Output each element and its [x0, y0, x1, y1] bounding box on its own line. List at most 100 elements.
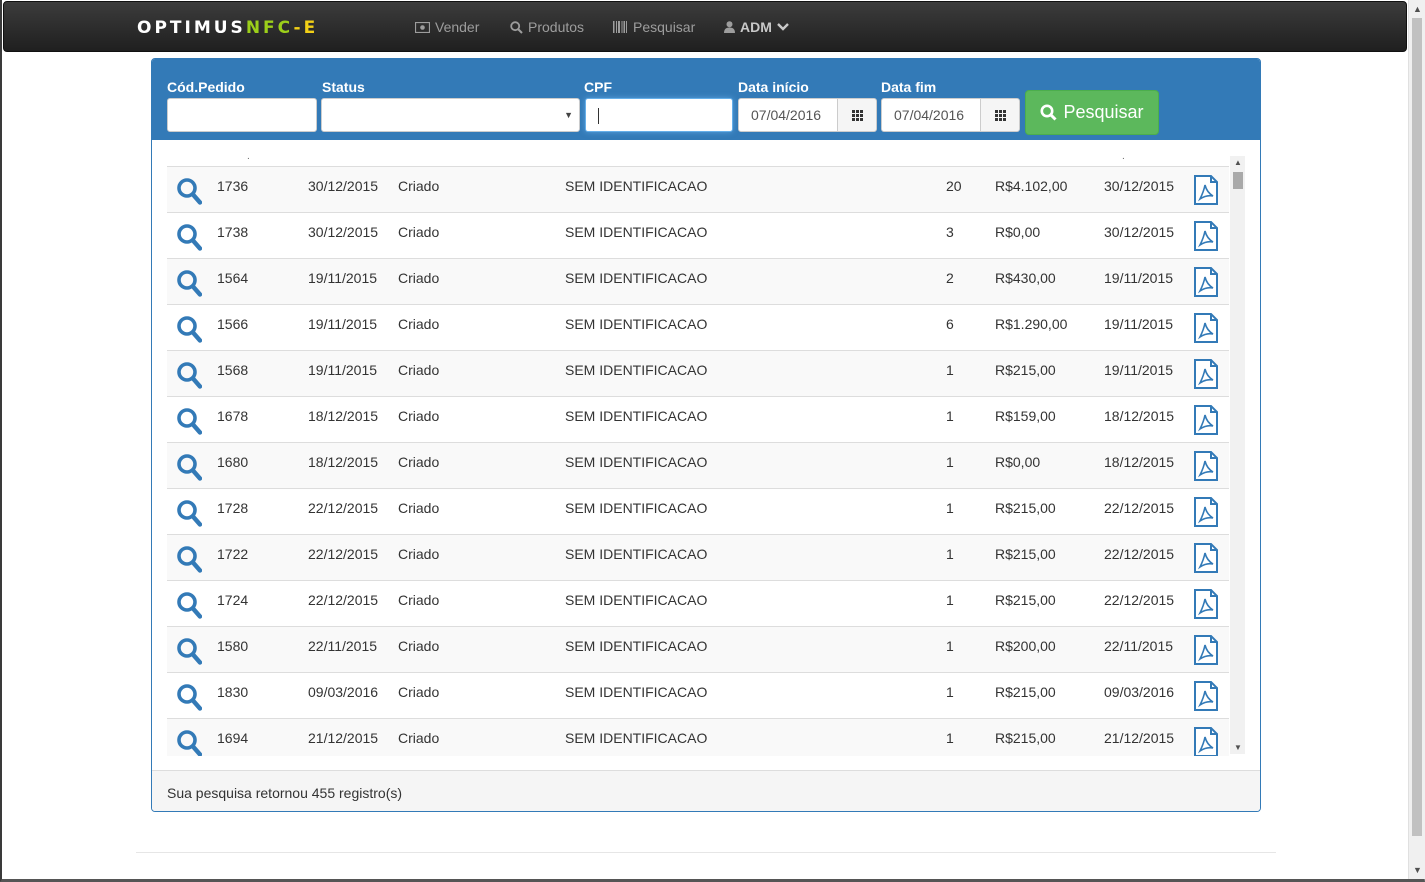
pdf-icon[interactable] [1193, 543, 1219, 573]
cell-date: 21/12/2015 [308, 730, 379, 746]
status-select[interactable]: ▼ [321, 98, 580, 132]
data-fim-calendar-button[interactable] [980, 98, 1020, 132]
cell-id: 1694 [217, 730, 249, 746]
data-fim-label: Data fim [881, 79, 937, 95]
cpf-label: CPF [584, 79, 612, 95]
magnifier-icon[interactable] [176, 453, 203, 481]
cell-total: R$215,00 [995, 362, 1056, 378]
magnifier-icon[interactable] [176, 269, 203, 297]
pdf-icon[interactable] [1193, 221, 1219, 251]
cell-id: 1738 [217, 224, 249, 240]
cell-date2: 19/11/2015 [1104, 316, 1174, 332]
cell-total: R$0,00 [995, 454, 1041, 470]
magnifier-icon[interactable] [176, 223, 203, 251]
cod-pedido-input[interactable] [167, 98, 317, 132]
cell-qty: 1 [946, 500, 954, 516]
table-scroll-down-arrow-icon[interactable]: ▼ [1234, 743, 1242, 752]
pdf-icon[interactable] [1193, 451, 1219, 481]
nav-produtos-label: Produtos [528, 19, 585, 35]
cell-total: R$215,00 [995, 546, 1056, 562]
data-fim-input[interactable]: 07/04/2016 [881, 98, 981, 132]
table-scroll-thumb[interactable] [1233, 172, 1243, 189]
magnifier-icon[interactable] [176, 407, 203, 435]
pdf-icon[interactable] [1193, 589, 1219, 619]
page-scrollbar[interactable]: ▲ ▼ [1408, 0, 1425, 879]
pdf-icon[interactable] [1193, 497, 1219, 527]
pdf-icon[interactable] [1193, 175, 1219, 205]
magnifier-icon[interactable] [176, 361, 203, 389]
scroll-up-arrow-icon[interactable]: ▲ [1413, 4, 1422, 14]
cell-qty: 1 [946, 638, 954, 654]
table-row: 1564 19/11/2015 Criado SEM IDENTIFICACAO 2 R$… [167, 258, 1229, 304]
cell-qty: 6 [946, 316, 954, 332]
magnifier-icon[interactable] [176, 177, 203, 205]
cell-id: 1566 [217, 316, 249, 332]
cell-status: Criado [398, 408, 440, 424]
table-row: 1736 30/12/2015 Criado SEM IDENTIFICACAO 20 R… [167, 166, 1229, 212]
data-inicio-calendar-button[interactable] [837, 98, 877, 132]
cell-id: 1724 [217, 592, 249, 608]
table-row: 1566 19/11/2015 Criado SEM IDENTIFICACAO 6 R$… [167, 304, 1229, 350]
table-row: 1694 21/12/2015 Criado SEM IDENTIFICACAO 1 R$… [167, 718, 1229, 756]
magnifier-icon[interactable] [176, 545, 203, 573]
cell-client: SEM IDENTIFICACAO [565, 546, 708, 562]
pdf-icon[interactable] [1193, 727, 1219, 756]
cell-client: SEM IDENTIFICACAO [565, 408, 708, 424]
pdf-icon[interactable] [1193, 313, 1219, 343]
cell-total: R$159,00 [995, 408, 1056, 424]
magnifier-icon[interactable] [176, 591, 203, 619]
pesquisar-button[interactable]: Pesquisar [1025, 90, 1159, 135]
cell-total: R$215,00 [995, 684, 1056, 700]
table-scroll-up-arrow-icon[interactable]: ▲ [1234, 158, 1242, 167]
table-row: 1724 22/12/2015 Criado SEM IDENTIFICACAO 1 R$… [167, 580, 1229, 626]
cell-total: R$215,00 [995, 500, 1056, 516]
cell-date2: 19/11/2015 [1104, 270, 1174, 286]
table-header-mark: . [247, 156, 250, 162]
magnifier-icon[interactable] [176, 683, 203, 711]
data-inicio-input[interactable]: 07/04/2016 [738, 98, 838, 132]
brand-logo[interactable]: OPTIMUSNFC-E [137, 18, 318, 38]
pdf-icon[interactable] [1193, 681, 1219, 711]
cpf-input[interactable] [585, 98, 733, 132]
cell-id: 1564 [217, 270, 249, 286]
pesquisar-button-label: Pesquisar [1063, 102, 1144, 122]
cell-status: Criado [398, 316, 440, 332]
cell-date2: 22/12/2015 [1104, 500, 1175, 516]
top-navbar: OPTIMUSNFC-E Vender Produtos Pesquisar A… [3, 1, 1407, 52]
pdf-icon[interactable] [1193, 359, 1219, 389]
cell-client: SEM IDENTIFICACAO [565, 592, 708, 608]
magnifier-icon[interactable] [176, 729, 203, 756]
table-row: 1728 22/12/2015 Criado SEM IDENTIFICACAO 1 R$… [167, 488, 1229, 534]
pdf-icon[interactable] [1193, 405, 1219, 435]
cell-qty: 20 [946, 178, 962, 194]
cell-date: 30/12/2015 [308, 178, 379, 194]
pdf-icon[interactable] [1193, 635, 1219, 665]
cell-date2: 30/12/2015 [1104, 178, 1175, 194]
page-scroll-thumb[interactable] [1412, 18, 1422, 836]
cell-date: 19/11/2015 [308, 270, 378, 286]
user-menu-dropdown[interactable]: ADM [724, 19, 789, 35]
chevron-down-icon [777, 23, 789, 31]
cell-id: 1568 [217, 362, 249, 378]
orders-table: . . 1736 30/12/2015 Criado SEM IDENTIFICACA… [167, 156, 1247, 756]
magnifier-icon[interactable] [176, 315, 203, 343]
pdf-icon[interactable] [1193, 267, 1219, 297]
cell-qty: 1 [946, 408, 954, 424]
cell-qty: 1 [946, 454, 954, 470]
cell-client: SEM IDENTIFICACAO [565, 316, 708, 332]
status-label: Status [322, 79, 365, 95]
cell-status: Criado [398, 270, 440, 286]
nav-pesquisar[interactable]: Pesquisar [613, 19, 695, 35]
user-icon [724, 21, 735, 33]
cell-status: Criado [398, 178, 440, 194]
user-name: ADM [740, 19, 772, 35]
cell-status: Criado [398, 454, 440, 470]
nav-produtos[interactable]: Produtos [510, 19, 584, 35]
cell-date: 22/12/2015 [308, 592, 379, 608]
nav-vender[interactable]: Vender [415, 19, 479, 35]
table-scrollbar[interactable]: ▲ ▼ [1230, 156, 1245, 754]
magnifier-icon[interactable] [176, 499, 203, 527]
scroll-down-arrow-icon[interactable]: ▼ [1413, 865, 1422, 875]
cell-client: SEM IDENTIFICACAO [565, 730, 708, 746]
magnifier-icon[interactable] [176, 637, 203, 665]
